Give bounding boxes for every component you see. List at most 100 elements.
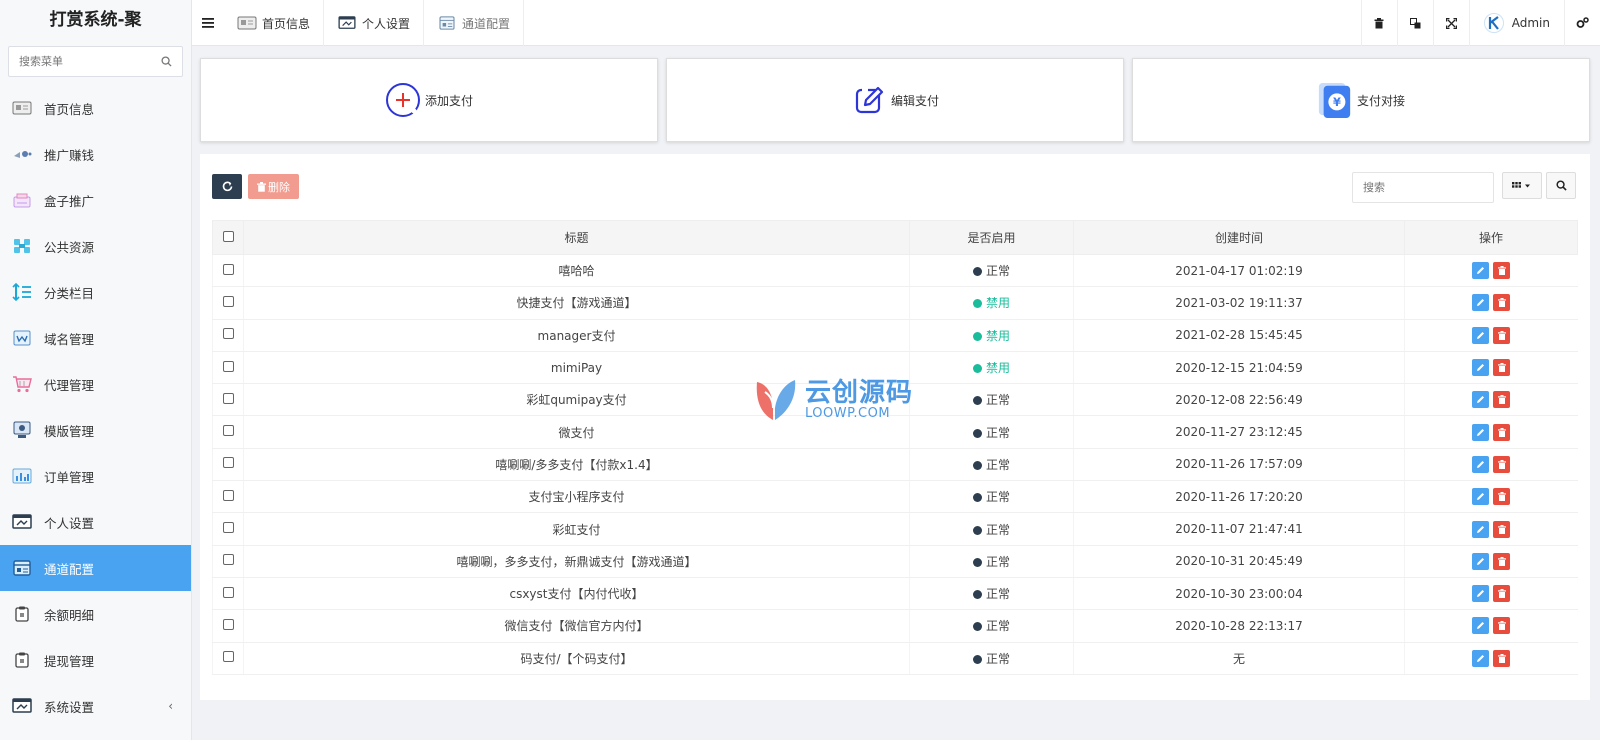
delete-row-button[interactable]	[1493, 488, 1511, 506]
svg-text:¥: ¥	[1333, 95, 1341, 109]
table-row[interactable]: 嘻唰唰/多多支付【付款x1.4】 正常 2020-11-26 17:57:09	[212, 448, 1578, 482]
sidebar-item-public-resource[interactable]: 公共资源	[0, 223, 191, 269]
sidebar-item-order[interactable]: 订单管理	[0, 453, 191, 499]
delete-row-button[interactable]	[1493, 649, 1511, 667]
row-checkbox[interactable]	[222, 489, 234, 501]
row-actions	[1404, 254, 1578, 288]
delete-row-button[interactable]	[1493, 455, 1511, 473]
table-row[interactable]: 快捷支付【游戏通道】 禁用 2021-03-02 19:11:37	[212, 286, 1578, 320]
trash-icon	[1497, 556, 1506, 566]
table-row[interactable]: 彩虹支付 正常 2020-11-07 21:47:41	[212, 512, 1578, 546]
select-all-checkbox[interactable]	[222, 230, 234, 242]
delete-row-button[interactable]	[1493, 585, 1511, 603]
header-created[interactable]: 创建时间	[1073, 220, 1405, 255]
table-row[interactable]: csxyst支付【内付代收】 正常 2020-10-30 23:00:04	[212, 577, 1578, 611]
edit-row-button[interactable]	[1472, 294, 1490, 312]
sidebar-item-balance[interactable]: 余额明细	[0, 591, 191, 637]
header-title[interactable]: 标题	[243, 220, 910, 255]
delete-row-button[interactable]	[1493, 552, 1511, 570]
status-dot	[972, 525, 982, 535]
tab-personal-settings[interactable]: 个人设置	[324, 0, 425, 46]
menu-toggle-icon[interactable]	[192, 0, 224, 46]
row-select-cell	[212, 609, 244, 643]
edit-row-button[interactable]	[1472, 520, 1490, 538]
edit-row-button[interactable]	[1472, 423, 1490, 441]
clear-cache-icon[interactable]	[1360, 0, 1397, 46]
tab-home-info[interactable]: 首页信息	[224, 0, 325, 46]
row-checkbox[interactable]	[222, 295, 234, 307]
menu-search-input[interactable]	[9, 47, 182, 76]
table-row[interactable]: 嘻唰唰，多多支付，新鼎诚支付【游戏通道】 正常 2020-10-31 20:45:4…	[212, 545, 1578, 578]
row-created-time: 2020-10-30 23:00:04	[1073, 577, 1405, 611]
row-checkbox[interactable]	[222, 522, 234, 534]
edit-row-button[interactable]	[1472, 455, 1490, 473]
table-row[interactable]: manager支付 禁用 2021-02-28 15:45:45	[212, 319, 1578, 352]
row-checkbox[interactable]	[222, 360, 234, 372]
sidebar-item-personal-settings[interactable]: 个人设置	[0, 499, 191, 545]
edit-payment-card[interactable]: 编辑支付	[666, 58, 1124, 142]
row-created-time: 2020-10-31 20:45:49	[1073, 545, 1405, 578]
row-checkbox[interactable]	[222, 328, 234, 340]
payment-integration-card[interactable]: ¥ 支付对接	[1132, 58, 1590, 142]
row-checkbox[interactable]	[222, 618, 234, 630]
delete-row-button[interactable]	[1493, 617, 1511, 635]
row-checkbox[interactable]	[222, 457, 234, 469]
delete-row-button[interactable]	[1493, 423, 1511, 441]
sidebar-item-category[interactable]: 分类栏目	[0, 269, 191, 315]
row-checkbox[interactable]	[222, 651, 234, 663]
row-title: 支付宝小程序支付	[243, 480, 910, 514]
sidebar-item-channel-config[interactable]: 通道配置	[0, 545, 191, 591]
user-menu[interactable]: Admin	[1468, 0, 1564, 46]
table-row[interactable]: 微信支付【微信官方内付】 正常 2020-10-28 22:13:17	[212, 609, 1578, 643]
row-checkbox[interactable]	[222, 425, 234, 437]
translate-icon[interactable]	[1396, 0, 1433, 46]
delete-row-button[interactable]	[1493, 359, 1511, 377]
row-checkbox[interactable]	[222, 392, 234, 404]
row-select-cell	[212, 448, 244, 482]
refresh-button[interactable]	[212, 174, 242, 199]
delete-row-button[interactable]	[1493, 391, 1511, 409]
edit-row-button[interactable]	[1472, 585, 1490, 603]
row-status: 禁用	[909, 286, 1074, 320]
delete-row-button[interactable]	[1493, 520, 1511, 538]
row-select-cell	[212, 254, 244, 288]
edit-row-button[interactable]	[1472, 262, 1490, 280]
sidebar-item-domain[interactable]: 域名管理	[0, 315, 191, 361]
table-row[interactable]: 码支付/【个码支付】 正常 无	[212, 642, 1578, 675]
edit-row-button[interactable]	[1472, 326, 1490, 344]
edit-row-button[interactable]	[1472, 617, 1490, 635]
row-checkbox[interactable]	[222, 586, 234, 598]
delete-row-button[interactable]	[1493, 294, 1511, 312]
edit-row-button[interactable]	[1472, 391, 1490, 409]
delete-row-button[interactable]	[1493, 326, 1511, 344]
search-icon[interactable]	[161, 56, 172, 67]
delete-button[interactable]: 删除	[248, 174, 299, 199]
sidebar-item-label: 推广赚钱	[44, 147, 95, 163]
fullscreen-icon[interactable]	[1432, 0, 1469, 46]
table-row[interactable]: 支付宝小程序支付 正常 2020-11-26 17:20:20	[212, 480, 1578, 514]
sidebar-item-promotion[interactable]: 推广赚钱	[0, 131, 191, 177]
row-actions	[1404, 415, 1578, 449]
header-enabled[interactable]: 是否启用	[909, 220, 1074, 255]
sidebar-item-system-settings[interactable]: 系统设置 ‹	[0, 683, 191, 729]
table-row[interactable]: 嘻哈哈 正常 2021-04-17 01:02:19	[212, 254, 1578, 288]
sidebar-item-template[interactable]: 模版管理	[0, 407, 191, 453]
row-checkbox[interactable]	[222, 263, 234, 275]
add-payment-card[interactable]: 添加支付	[200, 58, 658, 142]
tab-channel-config[interactable]: 通道配置	[424, 0, 525, 46]
delete-row-button[interactable]	[1493, 262, 1511, 280]
sidebar-item-withdraw[interactable]: 提现管理	[0, 637, 191, 683]
edit-row-button[interactable]	[1472, 359, 1490, 377]
sidebar-item-agent[interactable]: 代理管理	[0, 361, 191, 407]
edit-row-button[interactable]	[1472, 649, 1490, 667]
sidebar-item-box-promotion[interactable]: 盒子推广	[0, 177, 191, 223]
columns-toggle-button[interactable]	[1502, 172, 1542, 199]
settings-gear-icon[interactable]	[1564, 0, 1600, 46]
edit-row-button[interactable]	[1472, 488, 1490, 506]
edit-row-button[interactable]	[1472, 552, 1490, 570]
row-checkbox[interactable]	[222, 554, 234, 566]
table-search-input[interactable]	[1352, 172, 1494, 203]
row-actions	[1404, 383, 1578, 417]
search-button[interactable]	[1546, 172, 1576, 199]
sidebar-item-home-info[interactable]: 首页信息	[0, 85, 191, 131]
